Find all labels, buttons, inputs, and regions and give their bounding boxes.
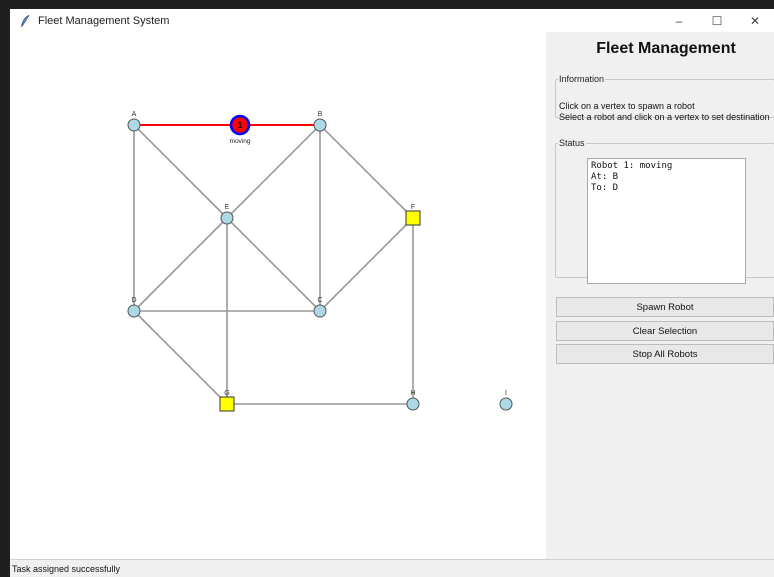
edge-e-c	[226, 217, 321, 312]
status-message: Task assigned successfully	[12, 563, 121, 574]
graph-canvas[interactable]: A B E F D C G H I 1 moving	[10, 32, 546, 559]
vertex-label-f: F	[411, 204, 415, 211]
edge-d-g	[133, 310, 228, 405]
feather-icon	[18, 14, 32, 28]
edge-c-f	[319, 217, 414, 312]
edge-b-f	[319, 124, 414, 219]
station-g[interactable]	[219, 396, 235, 412]
spawn-robot-button[interactable]: Spawn Robot	[556, 297, 774, 317]
control-panel: Fleet Management Information Click on a …	[546, 32, 774, 559]
vertex-label-d: D	[131, 297, 136, 304]
vertex-b[interactable]	[313, 118, 327, 132]
vertex-label-a: A	[132, 111, 137, 118]
edge-a-e	[133, 124, 228, 219]
graph-svg[interactable]: A B E F D C G H I 1 moving	[10, 32, 546, 559]
vertex-label-e: E	[225, 204, 230, 211]
vertex-h[interactable]	[406, 397, 420, 411]
maximize-button[interactable]: ☐	[698, 9, 736, 32]
app-window: Fleet Management System – ☐ ✕ A B E F D C G H I 1…	[10, 9, 774, 577]
information-group: Information Click on a vertex to spawn a…	[555, 74, 774, 122]
vertex-a[interactable]	[127, 118, 141, 132]
panel-title: Fleet Management	[596, 40, 736, 57]
status-textbox[interactable]: Robot 1: moving At: B To: D	[587, 158, 746, 284]
vertex-label-c: C	[317, 297, 322, 304]
info-line-spawn: Click on a vertex to spawn a robot	[559, 101, 695, 111]
robot-id-label: 1	[238, 121, 243, 130]
vertex-d[interactable]	[127, 304, 141, 318]
station-f[interactable]	[405, 210, 421, 226]
vertex-label-h: H	[410, 390, 415, 397]
info-line-destination: Select a robot and click on a vertex to …	[559, 112, 770, 122]
vertex-label-b: B	[318, 111, 323, 118]
status-bar: Task assigned successfully	[10, 559, 774, 577]
clear-selection-button[interactable]: Clear Selection	[556, 321, 774, 341]
vertex-e[interactable]	[220, 211, 234, 225]
edge-e-d	[133, 217, 228, 312]
vertex-label-i: I	[505, 390, 507, 397]
vertex-label-g: G	[224, 390, 229, 397]
minimize-button[interactable]: –	[660, 9, 698, 32]
status-legend: Status	[559, 138, 585, 148]
vertex-c[interactable]	[313, 304, 327, 318]
vertex-i[interactable]	[499, 397, 513, 411]
status-group: Status Robot 1: moving At: B To: D	[555, 138, 774, 284]
robot-state-label: moving	[230, 138, 251, 145]
title-bar[interactable]: Fleet Management System – ☐ ✕	[10, 9, 774, 32]
window-title: Fleet Management System	[38, 14, 170, 27]
stop-all-robots-button[interactable]: Stop All Robots	[556, 344, 774, 364]
information-legend: Information	[559, 74, 605, 84]
close-button[interactable]: ✕	[736, 9, 774, 32]
